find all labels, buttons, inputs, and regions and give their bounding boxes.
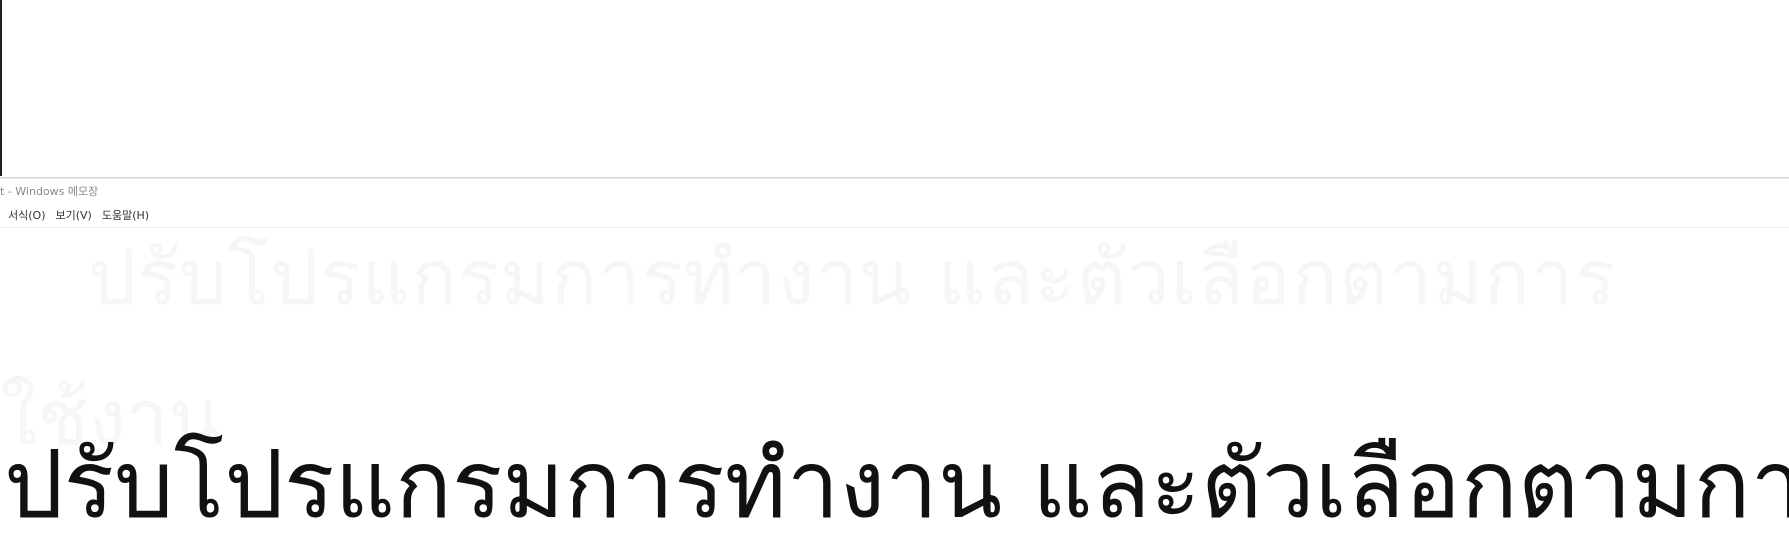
menu-format[interactable]: 서식(O) — [0, 207, 50, 225]
menu-separator — [0, 227, 1789, 228]
menu-bar: 서식(O) 보기(V) 도움말(H) — [0, 207, 154, 225]
editor-text[interactable]: ปรับโปรแกรมการทำงาน และตัวเลือกตามการใช้… — [4, 439, 1789, 533]
screen: t - Windows 메모장 서식(O) 보기(V) 도움말(H) ปรับโ… — [0, 0, 1789, 552]
window-top-shadow — [0, 177, 1789, 179]
background-window — [0, 0, 1789, 177]
notepad-window: t - Windows 메모장 서식(O) 보기(V) 도움말(H) ปรับโ… — [0, 177, 1789, 552]
faint-text-line-1: ปรับโปรแกรมการทำงาน และตัวเลือกตามการ — [88, 233, 1617, 322]
window-title: t - Windows 메모장 — [0, 185, 99, 198]
window-edge — [0, 0, 2, 176]
menu-view[interactable]: 보기(V) — [50, 207, 96, 225]
menu-help[interactable]: 도움말(H) — [97, 207, 154, 225]
